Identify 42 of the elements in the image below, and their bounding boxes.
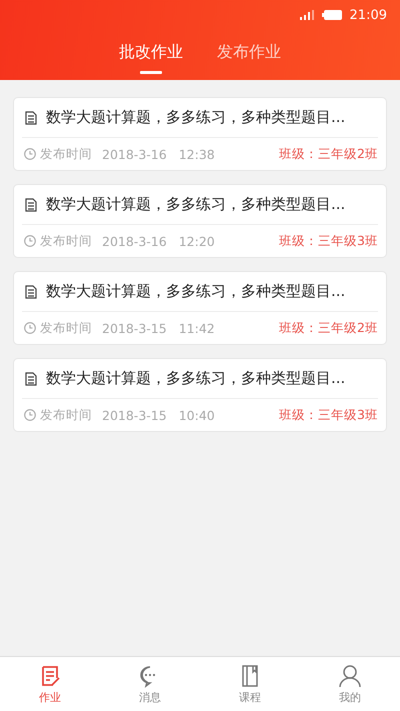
publish-date: 2018-3-16: [102, 146, 167, 162]
publish-time: 12:20: [178, 234, 215, 248]
assignment-title: 数学大题计算题，多多练习，多种类型题目...: [46, 369, 346, 388]
publish-date: 2018-3-15: [102, 320, 167, 336]
signal-icon: [300, 10, 314, 20]
publish-time: 12:38: [178, 146, 215, 162]
publish-date: 2018-3-15: [102, 408, 167, 422]
document-icon: [25, 284, 37, 298]
document-icon: [25, 372, 37, 386]
clock-time: 21:09: [350, 8, 387, 22]
time-label: 发布时间: [40, 146, 92, 162]
clock-icon: [24, 322, 36, 334]
publish-date: 2018-3-16: [102, 234, 167, 248]
time-label: 发布时间: [40, 406, 92, 424]
time-label: 发布时间: [40, 320, 92, 336]
assignment-card[interactable]: 数学大题计算题，多多练习，多种类型题目... 发布时间 2018-3-15 11:42 班级：三年级2班: [13, 271, 387, 345]
publish-time: 10:40: [178, 408, 215, 422]
document-icon: [25, 198, 37, 212]
class-label: 班级：三年级3班: [279, 406, 378, 424]
clock-icon: [24, 148, 36, 160]
class-label: 班级：三年级2班: [279, 146, 378, 162]
person-icon: [338, 664, 362, 688]
nav-tab[interactable]: 消息: [120, 657, 180, 711]
tab[interactable]: 批改作业: [119, 30, 183, 80]
document-icon: [25, 110, 37, 124]
nav-tab[interactable]: 我的: [320, 657, 380, 711]
publish-time: 11:42: [178, 320, 215, 336]
nav-tab[interactable]: 课程: [220, 657, 280, 711]
assignment-card[interactable]: 数学大题计算题，多多练习，多种类型题目... 发布时间 2018-3-16 12:20 班级：三年级3班: [13, 184, 387, 258]
time-label: 发布时间: [40, 232, 92, 250]
class-label: 班级：三年级3班: [279, 232, 378, 250]
clock-icon: [24, 235, 36, 247]
class-label: 班级：三年级2班: [279, 320, 378, 336]
assignment-card[interactable]: 数学大题计算题，多多练习，多种类型题目... 发布时间 2018-3-15 10:40 班级：三年级3班: [13, 358, 387, 432]
nav-tab[interactable]: 作业: [20, 657, 80, 711]
clock-icon: [24, 409, 36, 421]
battery-icon: [322, 10, 342, 20]
assignment-title: 数学大题计算题，多多练习，多种类型题目...: [46, 108, 346, 127]
assignment-title: 数学大题计算题，多多练习，多种类型题目...: [46, 282, 346, 301]
assignment-title: 数学大题计算题，多多练习，多种类型题目...: [46, 195, 346, 214]
tab[interactable]: 发布作业: [217, 30, 281, 80]
assignment-card[interactable]: 数学大题计算题，多多练习，多种类型题目... 发布时间 2018-3-16 12:38 班级：三年级2班: [13, 97, 387, 171]
